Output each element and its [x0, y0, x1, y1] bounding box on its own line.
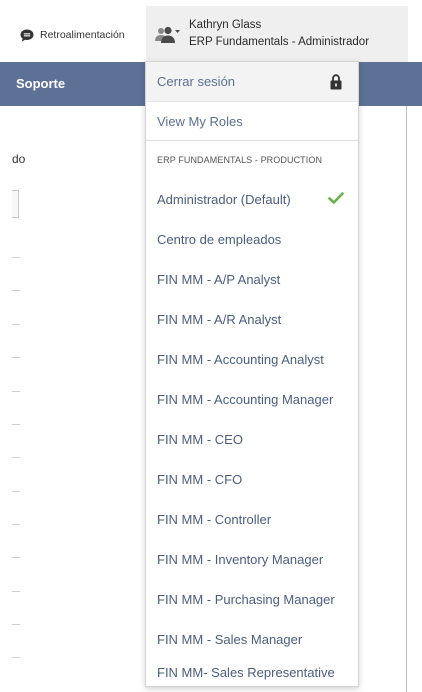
background-divider	[12, 290, 20, 291]
role-label: FIN MM - Purchasing Manager	[157, 591, 335, 607]
chat-bubble-icon	[20, 29, 34, 42]
role-item[interactable]: FIN MM- Sales Representative	[146, 659, 358, 685]
role-item[interactable]: Centro de empleados	[146, 219, 358, 259]
user-role: ERP Fundamentals - Administrador	[189, 36, 370, 48]
role-label: FIN MM - Accounting Analyst	[157, 351, 324, 367]
role-label: FIN MM - CEO	[157, 431, 243, 447]
background-divider	[12, 357, 20, 358]
user-name: Kathryn Glass	[189, 19, 262, 31]
background-divider	[12, 257, 20, 258]
role-label: FIN MM- Sales Representative	[157, 664, 335, 680]
feedback-label: Retroalimentación	[40, 29, 125, 41]
role-label: FIN MM - Inventory Manager	[157, 551, 324, 567]
page-right-border	[406, 106, 407, 692]
background-divider	[12, 391, 20, 392]
feedback-button[interactable]: Retroalimentación	[20, 26, 125, 44]
top-bar: Retroalimentación Kathryn Glass ERP Fund…	[0, 0, 422, 62]
role-label: FIN MM - A/P Analyst	[157, 271, 281, 287]
role-label: Centro de empleados	[157, 231, 282, 247]
background-divider	[12, 591, 20, 592]
nav-support-link[interactable]: Soporte	[16, 76, 65, 91]
role-label: FIN MM - Sales Manager	[157, 631, 303, 647]
role-item[interactable]: FIN MM - A/R Analyst	[146, 299, 358, 339]
checkmark-icon	[328, 192, 344, 204]
role-item[interactable]: FIN MM - CFO	[146, 459, 358, 499]
user-dropdown-menu: Cerrar sesión View My Roles ERP FUNDAMEN…	[145, 61, 359, 687]
background-divider	[12, 557, 20, 558]
role-item[interactable]: FIN MM - A/P Analyst	[146, 259, 358, 299]
role-item[interactable]: FIN MM - Purchasing Manager	[146, 579, 358, 619]
role-item[interactable]: FIN MM - CEO	[146, 419, 358, 459]
logout-menu-item[interactable]: Cerrar sesión	[146, 62, 358, 102]
users-icon	[154, 26, 180, 46]
background-divider	[12, 624, 20, 625]
role-label: Administrador (Default)	[157, 191, 291, 207]
background-divider	[12, 424, 20, 425]
background-divider	[12, 657, 20, 658]
view-my-roles-link[interactable]: View My Roles	[146, 103, 358, 141]
background-divider	[12, 491, 20, 492]
role-label: FIN MM - Accounting Manager	[157, 391, 334, 407]
role-item[interactable]: FIN MM - Sales Manager	[146, 619, 358, 659]
background-text-fragment: do	[12, 152, 26, 166]
background-divider	[12, 457, 20, 458]
background-divider	[12, 524, 20, 525]
role-item[interactable]: FIN MM - Controller	[146, 499, 358, 539]
user-menu-toggle[interactable]: Kathryn Glass ERP Fundamentals - Adminis…	[146, 6, 408, 62]
lock-icon	[330, 74, 342, 90]
view-my-roles-label: View My Roles	[157, 114, 243, 129]
background-content: do	[0, 106, 146, 692]
role-item[interactable]: FIN MM - Inventory Manager	[146, 539, 358, 579]
background-input-edge	[12, 190, 19, 218]
section-label: ERP FUNDAMENTALS - PRODUCTION	[157, 155, 323, 165]
background-divider	[12, 324, 20, 325]
logout-label: Cerrar sesión	[157, 74, 236, 89]
role-section-header: ERP FUNDAMENTALS - PRODUCTION	[146, 142, 358, 178]
role-item[interactable]: Administrador (Default)	[146, 179, 358, 219]
role-label: FIN MM - CFO	[157, 471, 243, 487]
role-label: FIN MM - A/R Analyst	[157, 311, 282, 327]
role-label: FIN MM - Controller	[157, 511, 272, 527]
role-item[interactable]: FIN MM - Accounting Analyst	[146, 339, 358, 379]
role-item[interactable]: FIN MM - Accounting Manager	[146, 379, 358, 419]
